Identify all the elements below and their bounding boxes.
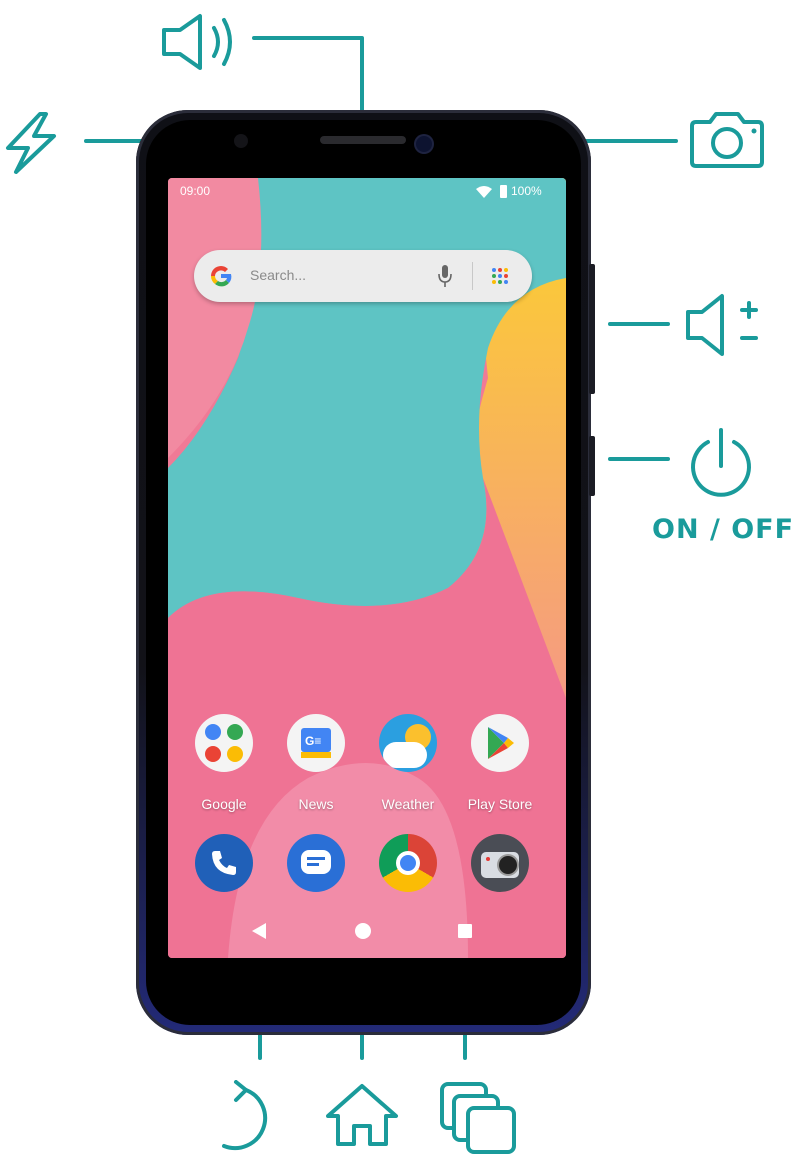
app-label: News xyxy=(298,796,334,812)
app-google[interactable]: Google xyxy=(184,714,264,812)
back-arrow-icon xyxy=(222,1080,268,1150)
screen: 09:00 100% Search... Google G≡ News Weat… xyxy=(168,178,566,958)
recents-icon[interactable] xyxy=(458,924,472,938)
chrome-icon xyxy=(396,851,420,875)
power-label: ON / OFF xyxy=(652,514,795,545)
app-label: Play Store xyxy=(467,796,533,812)
dock-messages[interactable] xyxy=(287,834,345,892)
app-label: Weather xyxy=(381,796,435,812)
camera-app-icon xyxy=(481,852,519,878)
dock-phone[interactable] xyxy=(195,834,253,892)
earpiece xyxy=(320,136,406,144)
messages-icon xyxy=(301,850,331,874)
google-folder-icon xyxy=(195,714,253,772)
dock-chrome[interactable] xyxy=(379,834,437,892)
app-news[interactable]: G≡ News xyxy=(276,714,356,812)
app-play-store[interactable]: Play Store xyxy=(460,714,540,812)
news-icon: G≡ xyxy=(287,714,345,772)
app-weather[interactable]: Weather xyxy=(368,714,448,812)
wifi-icon xyxy=(476,186,492,198)
speaker-icon xyxy=(162,14,232,70)
google-g-icon xyxy=(211,266,232,287)
battery-icon xyxy=(500,185,507,198)
status-time: 09:00 xyxy=(180,184,211,198)
mic-icon[interactable] xyxy=(438,264,452,288)
search-bar[interactable]: Search... xyxy=(194,250,532,302)
power-button[interactable] xyxy=(589,436,595,496)
dock-camera[interactable] xyxy=(471,834,529,892)
volume-rocker-icon xyxy=(686,294,758,356)
power-icon xyxy=(691,428,751,497)
app-grid-icon[interactable] xyxy=(490,266,510,286)
camera-icon xyxy=(690,112,764,168)
house-icon xyxy=(326,1084,398,1146)
play-store-icon xyxy=(471,714,529,772)
weather-icon xyxy=(379,714,437,772)
volume-button[interactable] xyxy=(589,264,595,394)
app-label: Google xyxy=(201,796,247,812)
front-camera xyxy=(416,136,432,152)
search-divider xyxy=(472,262,473,290)
flash-icon xyxy=(6,112,56,174)
home-icon[interactable] xyxy=(355,923,371,939)
battery-percent: 100% xyxy=(511,184,542,198)
multitask-icon xyxy=(440,1082,516,1154)
flash-led xyxy=(234,134,248,148)
back-icon[interactable] xyxy=(250,922,268,940)
phone-icon xyxy=(212,851,236,875)
search-input[interactable]: Search... xyxy=(250,267,306,283)
